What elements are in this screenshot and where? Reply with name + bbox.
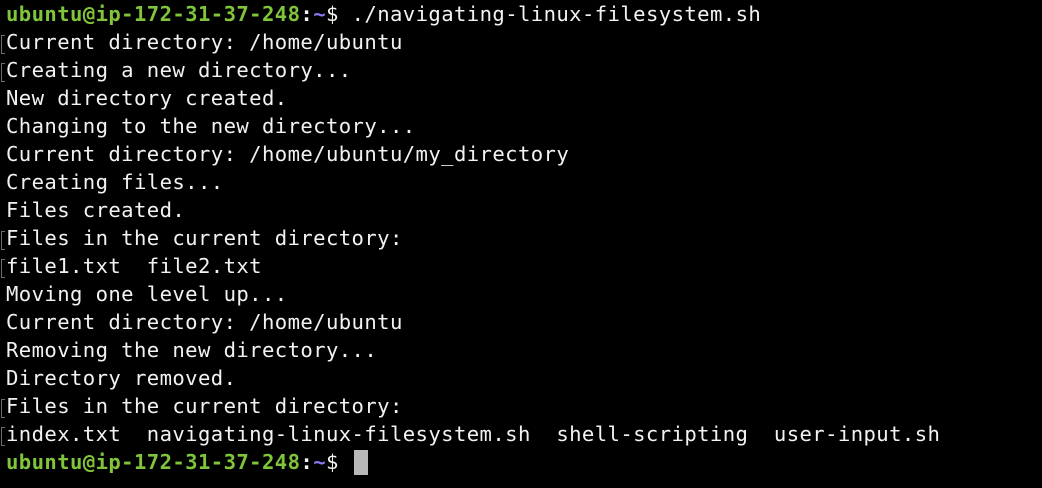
output-line: Changing to the new directory... (6, 114, 416, 138)
output-line: Current directory: /home/ubuntu (1, 28, 1042, 56)
output-line: index.txt navigating-linux-filesystem.sh… (1, 420, 1042, 448)
output-line: Current directory: /home/ubuntu (6, 310, 403, 334)
prompt-colon: : (300, 450, 314, 474)
command-text: ./navigating-linux-filesystem.sh (338, 2, 762, 26)
prompt-colon: : (300, 2, 314, 26)
output-line: Moving one level up... (6, 282, 288, 306)
prompt-symbol: $ (326, 450, 352, 474)
prompt-user-host: ubuntu@ip-172-31-37-248 (6, 450, 301, 474)
output-line: Files created. (6, 198, 186, 222)
output-line: Removing the new directory... (6, 338, 378, 362)
output-line: Directory removed. (6, 366, 237, 390)
output-line: file1.txt file2.txt (1, 252, 1042, 280)
prompt-path: ~ (313, 450, 326, 474)
terminal-window[interactable]: ubuntu@ip-172-31-37-248:~$ ./navigating-… (0, 0, 1042, 488)
output-line: Files in the current directory: (1, 224, 1042, 252)
active-prompt-line[interactable]: ubuntu@ip-172-31-37-248:~$ (6, 448, 1042, 476)
output-line: New directory created. (6, 86, 288, 110)
output-line: Current directory: /home/ubuntu/my_direc… (6, 142, 570, 166)
command-line: ubuntu@ip-172-31-37-248:~$ ./navigating-… (6, 0, 1042, 28)
output-line: Files in the current directory: (1, 392, 1042, 420)
output-line: Creating files... (6, 170, 224, 194)
text-cursor[interactable] (353, 450, 368, 475)
output-line: Creating a new directory... (1, 56, 1042, 84)
prompt-path: ~ (313, 2, 326, 26)
prompt-user-host: ubuntu@ip-172-31-37-248 (6, 2, 301, 26)
prompt-symbol: $ (326, 2, 339, 26)
